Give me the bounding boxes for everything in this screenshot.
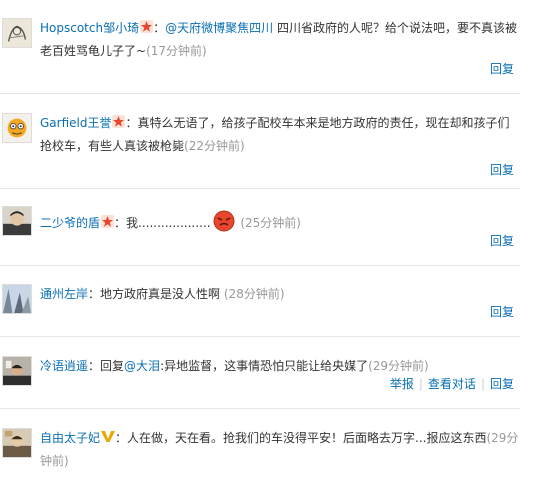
divider (0, 93, 520, 94)
divider (0, 408, 520, 409)
avatar[interactable] (2, 356, 32, 386)
report-button[interactable]: 举报 (390, 377, 414, 391)
timestamp: (17分钟前) (146, 44, 207, 58)
reply-button[interactable]: 回复 (490, 377, 514, 391)
divider (0, 265, 520, 266)
divider (0, 188, 520, 189)
username[interactable]: Hopscotch邹小琦 (40, 21, 139, 35)
reply-button[interactable]: 回复 (490, 163, 514, 177)
username[interactable]: 冷语逍遥 (40, 359, 88, 373)
colon: ： (114, 216, 127, 230)
mention-link[interactable]: @天府微博聚焦四川 (165, 21, 273, 35)
star-icon[interactable] (101, 213, 115, 235)
colon: ： (88, 287, 101, 301)
avatar[interactable] (2, 18, 32, 48)
comment-text: :异地监督，这事情恐怕只能让给央媒了 (160, 359, 369, 373)
comment-text: 我................... (126, 216, 211, 230)
divider (0, 336, 520, 337)
avatar[interactable] (2, 284, 32, 314)
timestamp: (25分钟前) (240, 216, 301, 230)
star-icon[interactable] (140, 18, 154, 40)
angry-face-icon (213, 210, 235, 239)
username[interactable]: Garfield王誉 (40, 116, 111, 130)
timestamp: (22分钟前) (184, 139, 245, 153)
colon: ： (115, 431, 128, 445)
avatar[interactable] (2, 206, 32, 236)
star-icon[interactable] (112, 113, 126, 135)
avatar[interactable] (2, 428, 32, 458)
colon: ： (125, 116, 138, 130)
action-separator: | (418, 377, 423, 391)
reply-button[interactable]: 回复 (490, 62, 514, 76)
avatar[interactable] (2, 113, 32, 143)
timestamp: (28分钟前) (223, 287, 285, 301)
reply-button[interactable]: 回复 (490, 234, 514, 248)
username[interactable]: 通州左岸 (40, 287, 88, 301)
mention-link[interactable]: @大泪 (124, 359, 160, 373)
username[interactable]: 二少爷的盾 (40, 216, 100, 230)
colon: ： (153, 21, 166, 35)
colon: ： (88, 359, 101, 373)
action-separator: | (480, 377, 485, 391)
comment-text: 人在做，天在看。抢我们的车没得平安！后面略去万字...报应这东西 (127, 431, 487, 445)
view-conversation-button[interactable]: 查看对话 (428, 377, 476, 391)
timestamp: (29分钟前) (368, 359, 429, 373)
reply-button[interactable]: 回复 (490, 305, 514, 319)
reply-prefix: 回复 (100, 359, 125, 373)
comment-text: 地方政府真是没人性啊 (100, 287, 221, 301)
verified-v-icon[interactable] (101, 428, 116, 450)
username[interactable]: 自由太子妃 (40, 431, 100, 445)
